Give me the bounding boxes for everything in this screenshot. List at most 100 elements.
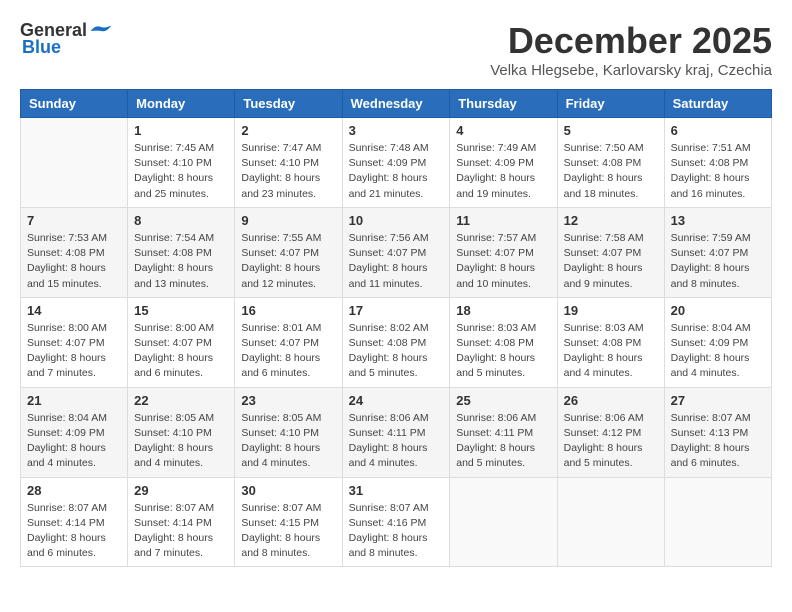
day-info: Sunrise: 8:06 AM Sunset: 4:12 PM Dayligh… [564,411,658,472]
day-info: Sunrise: 7:59 AM Sunset: 4:07 PM Dayligh… [671,231,765,292]
day-number: 18 [456,303,550,318]
day-number: 28 [27,483,121,498]
calendar-cell: 8Sunrise: 7:54 AM Sunset: 4:08 PM Daylig… [128,207,235,297]
day-info: Sunrise: 7:50 AM Sunset: 4:08 PM Dayligh… [564,141,658,202]
page-header: General Blue December 2025 Velka Hlegseb… [20,20,772,79]
calendar-cell: 30 Sunrise: 8:07 AM Sunset: 4:15 PM Dayli… [235,477,342,567]
day-number: 30 [241,483,335,498]
day-number: 19 [564,303,658,318]
day-number: 6 [671,123,765,138]
day-number: 29 [134,483,228,498]
header-monday: Monday [128,90,235,118]
calendar-cell: 16 Sunrise: 8:01 AM Sunset: 4:07 PM Dayli… [235,297,342,387]
day-number: 14 [27,303,121,318]
day-info: Sunrise: 8:03 AM Sunset: 4:08 PM Dayligh… [564,321,658,382]
day-number: 23 [241,393,335,408]
calendar-cell: 7 Sunrise: 7:53 AM Sunset: 4:08 PM Daylig… [21,207,128,297]
calendar-cell: 27 Sunrise: 8:07 AM Sunset: 4:13 PM Dayli… [664,387,771,477]
calendar-cell: 22 Sunrise: 8:05 AM Sunset: 4:10 PM Dayli… [128,387,235,477]
day-info: Sunrise: 7:56 AM Sunset: 4:07 PM Dayligh… [349,231,444,292]
day-info: Sunrise: 8:07 AM Sunset: 4:14 PM Dayligh… [134,501,228,562]
calendar-cell: 28 Sunrise: 8:07 AM Sunset: 4:14 PM Dayli… [21,477,128,567]
calendar-cell: 15 Sunrise: 8:00 AM Sunset: 4:07 PM Dayli… [128,297,235,387]
day-number: 27 [671,393,765,408]
day-info: Sunrise: 7:48 AM Sunset: 4:09 PM Dayligh… [349,141,444,202]
day-info: Sunrise: 8:07 AM Sunset: 4:14 PM Dayligh… [27,501,121,562]
calendar-cell [664,477,771,567]
day-number: 17 [349,303,444,318]
logo-bird-icon [89,22,113,40]
day-info: Sunrise: 8:07 AM Sunset: 4:15 PM Dayligh… [241,501,335,562]
day-info: Sunrise: 8:03 AM Sunset: 4:08 PM Dayligh… [456,321,550,382]
header-sunday: Sunday [21,90,128,118]
day-number: 24 [349,393,444,408]
calendar-cell: 14Sunrise: 8:00 AM Sunset: 4:07 PM Dayli… [21,297,128,387]
calendar-cell: 2 Sunrise: 7:47 AM Sunset: 4:10 PM Daylig… [235,118,342,208]
header-friday: Friday [557,90,664,118]
day-number: 20 [671,303,765,318]
day-info: Sunrise: 7:55 AM Sunset: 4:07 PM Dayligh… [241,231,335,292]
day-number: 8 [134,213,228,228]
day-info: Sunrise: 8:00 AM Sunset: 4:07 PM Dayligh… [134,321,228,382]
calendar-cell: 10 Sunrise: 7:56 AM Sunset: 4:07 PM Dayli… [342,207,450,297]
day-number: 11 [456,213,550,228]
calendar-cell: 18 Sunrise: 8:03 AM Sunset: 4:08 PM Dayli… [450,297,557,387]
day-info: Sunrise: 8:01 AM Sunset: 4:07 PM Dayligh… [241,321,335,382]
day-info: Sunrise: 8:04 AM Sunset: 4:09 PM Dayligh… [27,411,121,472]
day-number: 5 [564,123,658,138]
calendar-cell: 29 Sunrise: 8:07 AM Sunset: 4:14 PM Dayli… [128,477,235,567]
calendar-cell: 25Sunrise: 8:06 AM Sunset: 4:11 PM Dayli… [450,387,557,477]
calendar-cell: 20Sunrise: 8:04 AM Sunset: 4:09 PM Dayli… [664,297,771,387]
day-info: Sunrise: 8:05 AM Sunset: 4:10 PM Dayligh… [134,411,228,472]
calendar-week-row: 28 Sunrise: 8:07 AM Sunset: 4:14 PM Dayli… [21,477,772,567]
calendar-cell: 9 Sunrise: 7:55 AM Sunset: 4:07 PM Daylig… [235,207,342,297]
day-info: Sunrise: 8:02 AM Sunset: 4:08 PM Dayligh… [349,321,444,382]
calendar-cell: 13Sunrise: 7:59 AM Sunset: 4:07 PM Dayli… [664,207,771,297]
calendar-cell: 19 Sunrise: 8:03 AM Sunset: 4:08 PM Dayli… [557,297,664,387]
day-number: 15 [134,303,228,318]
month-title: December 2025 [490,20,772,62]
day-info: Sunrise: 7:53 AM Sunset: 4:08 PM Dayligh… [27,231,121,292]
header-wednesday: Wednesday [342,90,450,118]
day-number: 9 [241,213,335,228]
logo-blue-text: Blue [22,37,61,58]
day-number: 16 [241,303,335,318]
calendar-cell [21,118,128,208]
day-number: 25 [456,393,550,408]
day-number: 4 [456,123,550,138]
calendar-cell: 11 Sunrise: 7:57 AM Sunset: 4:07 PM Dayli… [450,207,557,297]
day-info: Sunrise: 7:45 AM Sunset: 4:10 PM Dayligh… [134,141,228,202]
day-info: Sunrise: 7:47 AM Sunset: 4:10 PM Dayligh… [241,141,335,202]
day-number: 12 [564,213,658,228]
day-info: Sunrise: 8:07 AM Sunset: 4:13 PM Dayligh… [671,411,765,472]
day-info: Sunrise: 8:05 AM Sunset: 4:10 PM Dayligh… [241,411,335,472]
calendar-cell: 17 Sunrise: 8:02 AM Sunset: 4:08 PM Dayli… [342,297,450,387]
day-number: 21 [27,393,121,408]
day-number: 2 [241,123,335,138]
day-number: 7 [27,213,121,228]
location-subtitle: Velka Hlegsebe, Karlovarsky kraj, Czechi… [490,62,772,79]
day-info: Sunrise: 7:49 AM Sunset: 4:09 PM Dayligh… [456,141,550,202]
calendar-week-row: 21 Sunrise: 8:04 AM Sunset: 4:09 PM Dayli… [21,387,772,477]
calendar-cell: 6Sunrise: 7:51 AM Sunset: 4:08 PM Daylig… [664,118,771,208]
day-info: Sunrise: 8:07 AM Sunset: 4:16 PM Dayligh… [349,501,444,562]
day-info: Sunrise: 7:57 AM Sunset: 4:07 PM Dayligh… [456,231,550,292]
calendar-cell: 24 Sunrise: 8:06 AM Sunset: 4:11 PM Dayli… [342,387,450,477]
day-number: 10 [349,213,444,228]
day-number: 31 [349,483,444,498]
calendar-cell [450,477,557,567]
day-number: 22 [134,393,228,408]
calendar-cell: 12Sunrise: 7:58 AM Sunset: 4:07 PM Dayli… [557,207,664,297]
header-tuesday: Tuesday [235,90,342,118]
calendar-cell: 26 Sunrise: 8:06 AM Sunset: 4:12 PM Dayli… [557,387,664,477]
calendar-cell: 23 Sunrise: 8:05 AM Sunset: 4:10 PM Dayli… [235,387,342,477]
day-info: Sunrise: 8:06 AM Sunset: 4:11 PM Dayligh… [349,411,444,472]
calendar-week-row: 14 Sunrise: 8:00 AM Sunset: 4:07 PM Dayli… [21,297,772,387]
day-number: 26 [564,393,658,408]
logo: General Blue [20,20,113,58]
calendar-cell: 4 Sunrise: 7:49 AM Sunset: 4:09 PM Daylig… [450,118,557,208]
calendar-cell: 3 Sunrise: 7:48 AM Sunset: 4:09 PM Daylig… [342,118,450,208]
day-number: 3 [349,123,444,138]
title-section: December 2025 Velka Hlegsebe, Karlovarsk… [490,20,772,79]
header-saturday: Saturday [664,90,771,118]
